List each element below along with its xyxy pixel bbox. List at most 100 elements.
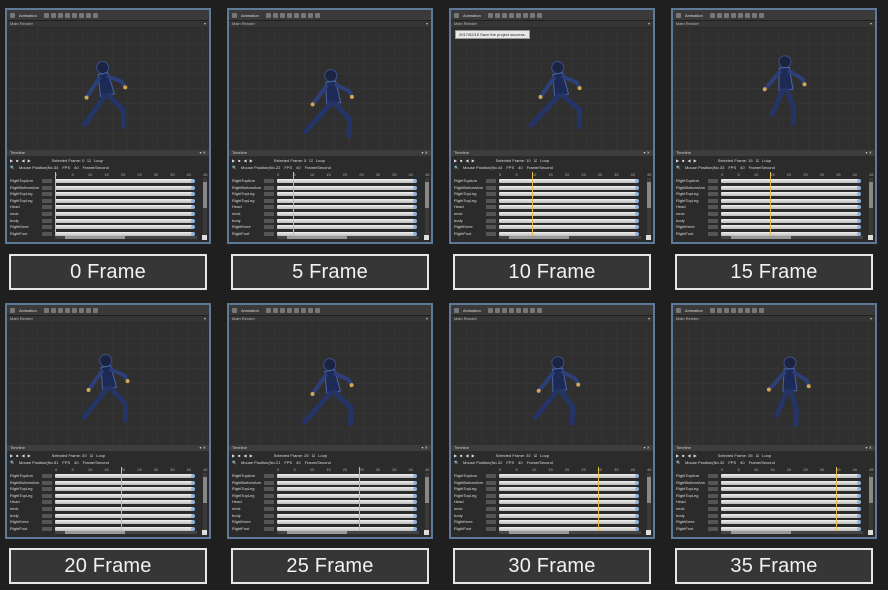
vertical-scrollbar[interactable] [203,473,207,533]
track-toggle[interactable] [486,231,496,236]
horizontal-scrollbar[interactable] [55,236,197,239]
keyframe-bar[interactable] [277,474,417,478]
image-icon[interactable] [85,307,91,313]
track-row[interactable]: body [451,513,643,519]
magnifier-icon[interactable]: 🔍 [676,460,681,465]
keyframe-bar[interactable] [499,218,639,223]
track-toggle[interactable] [486,493,496,498]
keyframe-bar[interactable] [499,212,639,216]
track-toggle[interactable] [42,526,52,531]
image-icon[interactable] [529,307,535,313]
track-toggle[interactable] [264,526,274,531]
undo-icon[interactable] [709,307,715,313]
render-viewport[interactable] [673,323,875,445]
magnifier-icon[interactable]: 🔍 [454,165,459,170]
track-row[interactable]: RightTopLeg [229,486,421,492]
image-icon[interactable] [751,12,757,18]
render-viewport[interactable] [7,323,209,445]
redo-icon[interactable] [716,307,722,313]
playhead[interactable] [359,467,361,533]
playhead[interactable] [836,467,838,533]
playhead[interactable] [770,172,772,238]
track-row[interactable]: neck [229,211,421,217]
track-row[interactable]: Head [7,499,199,505]
keyframe-bar[interactable] [277,218,417,223]
vertical-scrollbar[interactable] [869,473,873,533]
loop-checkbox[interactable]: ☑ [312,453,316,458]
fps-value[interactable]: 40 [518,460,522,465]
horizontal-scrollbar[interactable] [499,531,641,534]
track-row[interactable]: Head [229,204,421,210]
track-row[interactable]: RightTopArm [451,178,643,184]
resize-corner[interactable] [202,530,207,535]
add-icon[interactable] [57,12,63,18]
playhead[interactable] [597,467,599,533]
keyframe-bar[interactable] [55,507,195,511]
track-toggle[interactable] [708,205,718,210]
resize-corner[interactable] [646,235,651,240]
undo-icon[interactable] [43,12,49,18]
keyframe-bar[interactable] [499,507,639,511]
step-back-icon[interactable]: ◀ [466,453,469,458]
track-toggle[interactable] [42,218,52,223]
render-viewport[interactable] [229,28,431,150]
select-icon[interactable] [286,12,292,18]
keyframe-bar[interactable] [499,474,639,478]
loop-checkbox[interactable]: ☑ [534,453,538,458]
panel-controls-icon[interactable]: ▾ ✕ [422,150,428,156]
track-row[interactable]: Head [451,204,643,210]
magnifier-icon[interactable]: 🔍 [10,460,15,465]
render-viewport[interactable]: 2017/02/15 Save the project success. [451,28,653,150]
render-viewport[interactable] [673,28,875,150]
zoom-icon[interactable] [522,12,528,18]
track-toggle[interactable] [708,192,718,197]
track-row[interactable]: RightKnee [451,519,643,525]
undo-icon[interactable] [265,12,271,18]
scrollbar-thumb[interactable] [425,182,429,208]
timeline-ruler[interactable]: 0 5 10 15 20 25 30 35 40 45 [277,467,429,472]
horizontal-scrollbar[interactable] [55,531,197,534]
panel-controls-icon[interactable]: ▾ ✕ [200,445,206,451]
keyframe-bar[interactable] [277,192,417,197]
track-toggle[interactable] [708,225,718,230]
resize-corner[interactable] [646,530,651,535]
select-icon[interactable] [508,307,514,313]
keyframe-bar[interactable] [499,520,639,525]
keyframe-bar[interactable] [55,225,195,230]
track-row[interactable]: RightBottomArm [7,185,199,191]
export-icon[interactable] [314,307,320,313]
track-toggle[interactable] [264,198,274,203]
keyframe-bar[interactable] [721,487,861,492]
step-forward-icon[interactable]: ▶ [694,453,697,458]
stop-icon[interactable]: ■ [682,158,684,163]
keyframe-bar[interactable] [721,493,861,498]
track-row[interactable]: RightTopLeg [673,198,865,204]
playhead[interactable] [293,172,295,238]
keyframe-bar[interactable] [55,493,195,498]
add-icon[interactable] [279,12,285,18]
track-toggle[interactable] [486,487,496,492]
track-row[interactable]: RightKnee [673,224,865,230]
horizontal-scrollbar[interactable] [721,236,863,239]
track-row[interactable]: RightTopLeg [451,486,643,492]
track-row[interactable]: body [7,513,199,519]
keyframe-bar[interactable] [721,212,861,216]
track-toggle[interactable] [708,487,718,492]
track-toggle[interactable] [264,225,274,230]
keyframe-bar[interactable] [721,198,861,203]
cursor-icon[interactable] [293,307,299,313]
stop-icon[interactable]: ■ [16,158,18,163]
track-row[interactable]: RightKnee [229,224,421,230]
track-toggle[interactable] [42,487,52,492]
track-toggle[interactable] [486,507,496,511]
zoom-icon[interactable] [300,12,306,18]
timeline-ruler[interactable]: 0 5 10 15 20 25 30 35 40 45 [55,172,207,177]
step-back-icon[interactable]: ◀ [244,453,247,458]
keyframe-bar[interactable] [55,198,195,203]
scrollbar-thumb[interactable] [731,236,791,239]
track-toggle[interactable] [264,192,274,197]
step-back-icon[interactable]: ◀ [466,158,469,163]
track-toggle[interactable] [486,225,496,230]
step-back-icon[interactable]: ◀ [22,158,25,163]
track-toggle[interactable] [708,231,718,236]
